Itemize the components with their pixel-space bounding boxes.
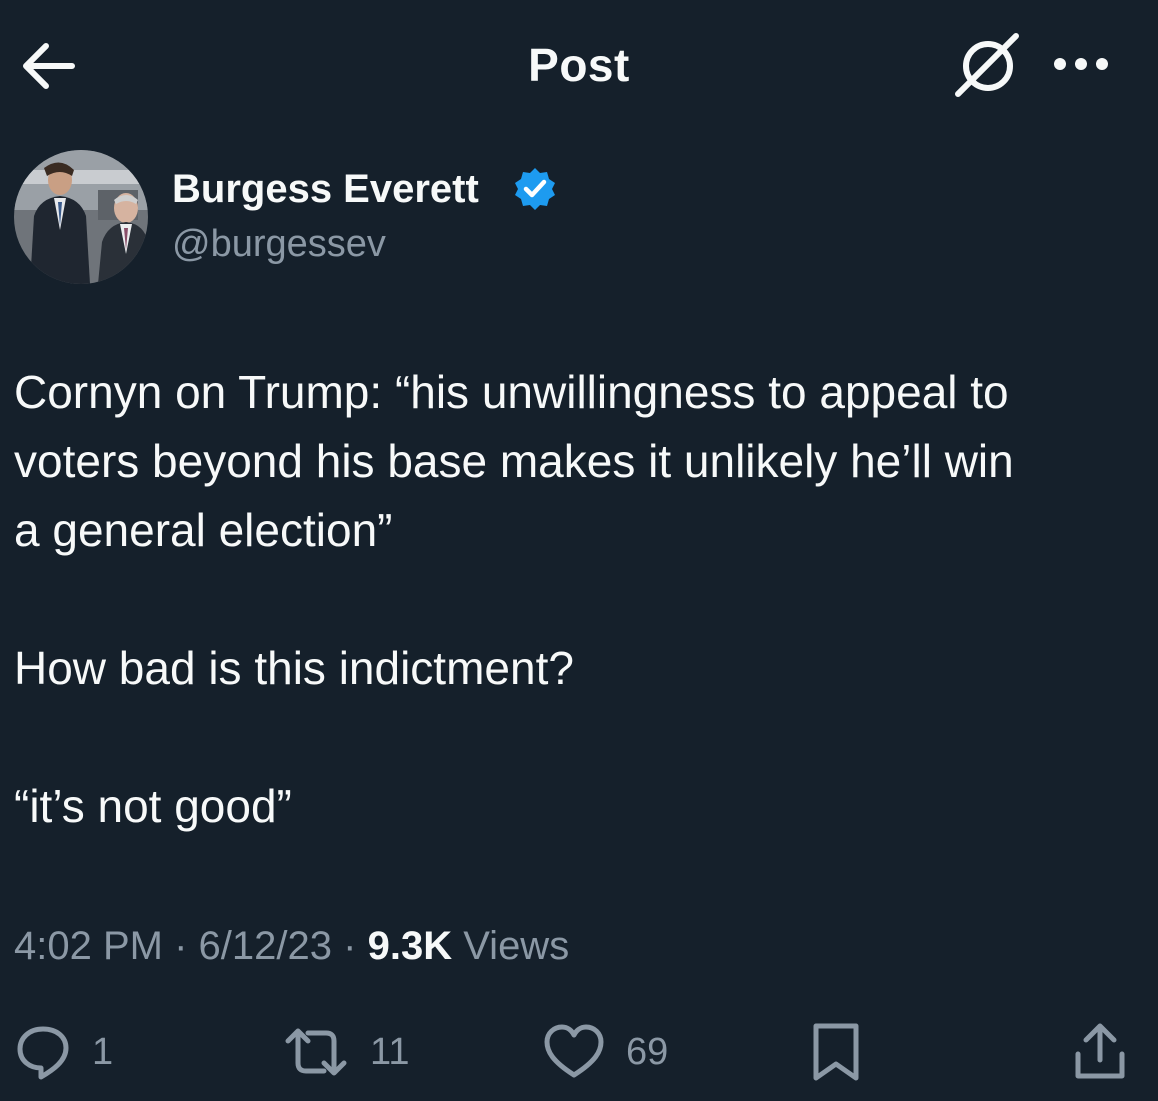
top-bar: Post	[0, 0, 1158, 130]
more-button[interactable]	[1046, 44, 1116, 84]
meta-separator: ·	[343, 924, 357, 968]
grok-button[interactable]	[950, 30, 1024, 100]
tweet-paragraph: “it’s not good”	[14, 780, 292, 832]
repost-count: 11	[370, 1031, 410, 1073]
reply-button[interactable]: 1	[14, 1012, 113, 1092]
more-horizontal-icon	[1054, 58, 1108, 70]
grok-icon	[955, 33, 1019, 97]
tweet-time[interactable]: 4:02 PM	[14, 924, 163, 968]
author-handle[interactable]: @burgessev	[172, 220, 386, 268]
meta-separator: ·	[174, 924, 188, 968]
views-label: Views	[463, 924, 570, 968]
tweet-date[interactable]: 6/12/23	[199, 924, 332, 968]
reply-count: 1	[92, 1031, 114, 1073]
author-display-name[interactable]: Burgess Everett	[172, 164, 479, 214]
like-count: 69	[626, 1031, 669, 1073]
like-button[interactable]: 69	[542, 1012, 668, 1092]
views-count[interactable]: 9.3K	[368, 924, 453, 968]
tweet-paragraph: How bad is this indictment?	[14, 642, 574, 694]
avatar[interactable]	[14, 150, 148, 284]
repost-button[interactable]: 11	[282, 1012, 409, 1092]
verified-badge-icon	[512, 166, 558, 212]
share-icon	[1075, 1023, 1125, 1079]
heart-icon	[544, 1024, 604, 1078]
bookmark-icon	[813, 1023, 859, 1081]
reply-icon	[17, 1026, 69, 1080]
share-button[interactable]	[1072, 1012, 1128, 1092]
tweet-text: Cornyn on Trump: “his unwillingness to a…	[14, 358, 1144, 841]
bookmark-button[interactable]	[810, 1012, 862, 1092]
action-bar: 1 11 69	[0, 1012, 1158, 1092]
tweet-paragraph: Cornyn on Trump: “his unwillingness to a…	[14, 366, 1014, 556]
tweet-meta: 4:02 PM · 6/12/23 · 9.3K Views	[14, 918, 569, 974]
avatar-photo	[14, 150, 148, 284]
repost-icon	[285, 1028, 347, 1076]
